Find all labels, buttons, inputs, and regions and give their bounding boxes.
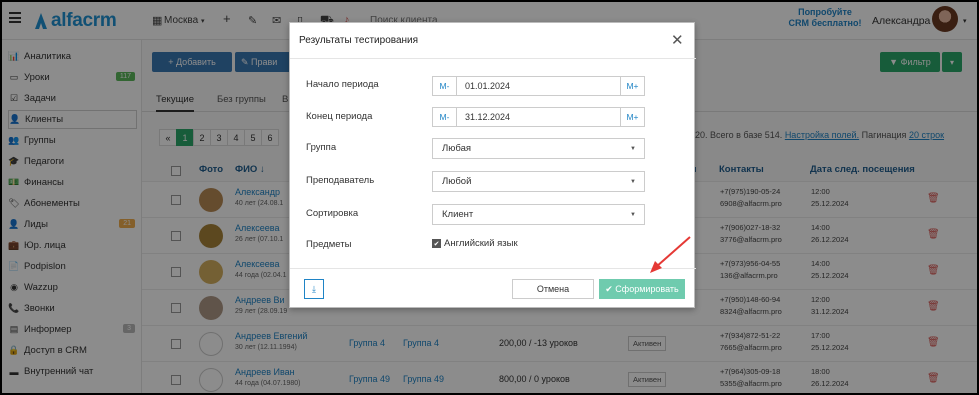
checkbox-checked-icon[interactable]: ✔: [432, 239, 441, 248]
period-start-plus-button[interactable]: M+: [620, 77, 644, 95]
divider: [290, 58, 696, 59]
group-label: Группа: [306, 142, 337, 153]
generate-button[interactable]: ✔ Сформировать: [599, 279, 685, 299]
period-end-input[interactable]: 31.12.2024: [457, 108, 620, 126]
group-select[interactable]: Любая ▼: [432, 138, 645, 159]
subject-option[interactable]: ✔ Английский язык: [432, 238, 518, 249]
period-start-input[interactable]: 01.01.2024: [457, 77, 620, 95]
chevron-down-icon: ▼: [630, 146, 636, 152]
teacher-select-value: Любой: [442, 176, 472, 187]
teacher-label: Преподаватель: [306, 175, 375, 186]
sort-select[interactable]: Клиент ▼: [432, 204, 645, 225]
subject-label: Английский язык: [444, 238, 518, 249]
period-end-label: Конец периода: [306, 111, 373, 122]
chevron-down-icon: ▼: [630, 179, 636, 185]
app-window: alfacrm ▦ Москва ▾ + ✎ ✉ ▯ ⛟ ♪ Поиск кли…: [2, 2, 977, 393]
modal-title: Результаты тестирования: [299, 35, 419, 46]
period-end-field: M- 31.12.2024 M+: [432, 107, 645, 127]
teacher-select[interactable]: Любой ▼: [432, 171, 645, 192]
test-results-modal: Результаты тестирования ✕ Начало периода…: [289, 22, 696, 308]
close-icon[interactable]: ✕: [671, 31, 684, 49]
sort-select-value: Клиент: [442, 209, 474, 220]
period-end-plus-button[interactable]: M+: [620, 108, 644, 126]
period-start-label: Начало периода: [306, 79, 379, 90]
group-select-value: Любая: [442, 143, 472, 154]
cancel-button[interactable]: Отмена: [512, 279, 594, 299]
period-start-field: M- 01.01.2024 M+: [432, 76, 645, 96]
divider: [290, 268, 696, 269]
red-arrow-annotation: [650, 236, 691, 273]
chevron-down-icon: ▼: [630, 212, 636, 218]
period-end-minus-button[interactable]: M-: [433, 108, 457, 126]
download-icon[interactable]: ⤓: [304, 279, 324, 299]
subjects-label: Предметы: [306, 239, 352, 250]
period-start-minus-button[interactable]: M-: [433, 77, 457, 95]
sort-label: Сортировка: [306, 208, 359, 219]
